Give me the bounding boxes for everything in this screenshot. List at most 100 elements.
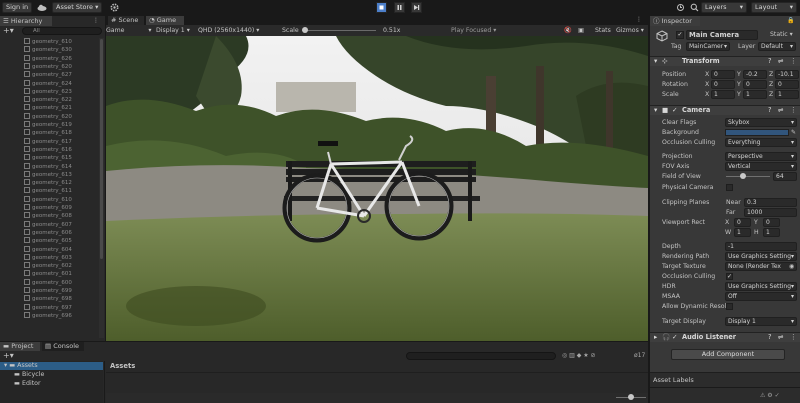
layer-dropdown[interactable]: Default ▾ bbox=[758, 42, 796, 51]
hierarchy-item[interactable]: geometry_615 bbox=[24, 154, 72, 161]
game-mode-dropdown[interactable]: Game ▾ bbox=[106, 26, 152, 35]
hierarchy-item[interactable]: geometry_699 bbox=[24, 287, 72, 294]
gizmos-button[interactable]: Gizmos ▾ bbox=[616, 26, 644, 35]
display-dropdown[interactable]: Display 1 ▾ bbox=[156, 26, 190, 35]
hierarchy-item[interactable]: geometry_602 bbox=[24, 262, 72, 269]
allow-dynamic-resolution-checkbox[interactable] bbox=[726, 303, 733, 310]
hierarchy-item[interactable]: geometry_697 bbox=[24, 303, 72, 311]
hierarchy-item[interactable]: geometry_616 bbox=[24, 145, 72, 153]
add-object-button[interactable]: +▾ bbox=[3, 27, 14, 35]
sign-in-button[interactable]: Sign in bbox=[2, 2, 33, 13]
axis-x-label[interactable]: X bbox=[705, 80, 709, 89]
component-menu-icon[interactable]: ⋮ bbox=[790, 106, 797, 115]
tab-project[interactable]: ▬ Project bbox=[0, 342, 40, 351]
projection-field[interactable]: Perspective ▾ bbox=[725, 152, 797, 161]
hierarchy-item[interactable]: geometry_605 bbox=[24, 237, 72, 244]
pause-button[interactable] bbox=[394, 2, 405, 13]
viewport-vy-label[interactable]: Y bbox=[754, 218, 758, 227]
tag-dropdown[interactable]: MainCamer ▾ bbox=[686, 42, 730, 51]
hierarchy-item[interactable]: geometry_610 bbox=[24, 38, 72, 45]
hierarchy-item[interactable]: geometry_620 bbox=[24, 112, 72, 120]
game-view-render[interactable] bbox=[106, 36, 648, 341]
viewport-vw-label[interactable]: W bbox=[725, 228, 731, 237]
hierarchy-item[interactable]: geometry_603 bbox=[24, 253, 72, 261]
hierarchy-scrollbar[interactable] bbox=[99, 38, 104, 338]
background-color-swatch[interactable] bbox=[725, 129, 789, 136]
axis-z-label[interactable]: Z bbox=[769, 70, 773, 79]
far-field[interactable]: 1000 bbox=[744, 208, 797, 217]
rotation-x-field[interactable]: 0 bbox=[711, 80, 735, 89]
step-button[interactable] bbox=[411, 2, 422, 13]
scale-x-field[interactable]: 1 bbox=[711, 90, 735, 99]
hierarchy-item[interactable]: geometry_610 bbox=[24, 195, 72, 203]
resolution-dropdown[interactable]: QHD (2560x1440) ▾ bbox=[198, 26, 259, 35]
play-mode-dropdown[interactable]: Play Focused ▾ bbox=[451, 26, 496, 35]
audio-listener-header[interactable]: ▸ 🎧 ✓ Audio Listener ? ⇌ ⋮ bbox=[650, 332, 800, 342]
scale-slider[interactable] bbox=[302, 27, 376, 33]
project-filter-icons[interactable]: ◎ ▥ ◆ ★ ⊘ bbox=[562, 352, 596, 360]
static-toggle[interactable]: Static ▾ bbox=[770, 31, 793, 39]
hierarchy-item[interactable]: geometry_627 bbox=[24, 71, 72, 78]
audio-enabled-checkbox[interactable]: ✓ bbox=[672, 333, 678, 342]
camera-header[interactable]: ▾ ■ ✓ Camera ? ⇌ ⋮ bbox=[650, 105, 800, 115]
hierarchy-item[interactable]: geometry_617 bbox=[24, 137, 72, 145]
icon-size-slider[interactable] bbox=[616, 394, 646, 400]
fov-value-field[interactable]: 64 bbox=[773, 172, 797, 181]
hierarchy-item[interactable]: geometry_600 bbox=[24, 278, 72, 286]
asset-store-button[interactable]: Asset Store ▾ bbox=[52, 2, 103, 13]
mute-audio-icon[interactable]: 🔇 bbox=[564, 26, 572, 35]
axis-z-label[interactable]: Z bbox=[769, 90, 773, 99]
hierarchy-item[interactable]: geometry_606 bbox=[24, 228, 72, 236]
msaa-field[interactable]: Off ▾ bbox=[725, 292, 797, 301]
layout-dropdown[interactable]: Layout ▾ bbox=[751, 2, 797, 13]
preset-icon[interactable]: ⇌ bbox=[778, 333, 784, 342]
object-name-field[interactable]: Main Camera bbox=[686, 30, 758, 40]
culling-mask-field[interactable]: Everything ▾ bbox=[725, 138, 797, 147]
axis-y-label[interactable]: Y bbox=[737, 80, 741, 89]
viewport-vy-field[interactable]: 0 bbox=[763, 218, 780, 227]
scale-slider-thumb[interactable] bbox=[302, 27, 308, 33]
folder-editor[interactable]: ▬ Editor bbox=[14, 380, 41, 388]
tab-hierarchy[interactable]: ☰ Hierarchy bbox=[0, 16, 52, 26]
hierarchy-item[interactable]: geometry_624 bbox=[24, 79, 72, 87]
axis-y-label[interactable]: Y bbox=[737, 70, 741, 79]
stats-button[interactable]: Stats bbox=[595, 26, 611, 35]
hierarchy-search-input[interactable]: All bbox=[22, 27, 102, 35]
layout-toggle-icon[interactable]: ▣ bbox=[578, 26, 584, 35]
viewport-vh-label[interactable]: H bbox=[754, 228, 759, 237]
undo-history-icon[interactable] bbox=[676, 3, 685, 12]
viewport-vx-field[interactable]: 0 bbox=[734, 218, 751, 227]
hierarchy-item[interactable]: geometry_622 bbox=[24, 96, 72, 103]
camera-enabled-checkbox[interactable]: ✓ bbox=[672, 106, 678, 115]
object-picker-icon[interactable]: ◉ bbox=[789, 262, 794, 271]
hierarchy-item[interactable]: geometry_607 bbox=[24, 220, 72, 228]
hierarchy-item[interactable]: geometry_601 bbox=[24, 270, 72, 277]
help-icon[interactable]: ? bbox=[768, 106, 772, 115]
component-menu-icon[interactable]: ⋮ bbox=[790, 333, 797, 342]
axis-x-label[interactable]: X bbox=[705, 90, 709, 99]
add-component-button[interactable]: Add Component bbox=[671, 349, 785, 360]
viewport-vw-field[interactable]: 1 bbox=[734, 228, 751, 237]
preset-icon[interactable]: ⇌ bbox=[778, 57, 784, 66]
position-z-field[interactable]: -10.1 bbox=[775, 70, 799, 79]
viewport-vh-field[interactable]: 1 bbox=[763, 228, 780, 237]
scale-y-field[interactable]: 1 bbox=[743, 90, 767, 99]
component-menu-icon[interactable]: ⋮ bbox=[790, 57, 797, 66]
icon-size-slider-thumb[interactable] bbox=[628, 394, 634, 400]
assets-breadcrumb[interactable]: Assets bbox=[110, 362, 135, 371]
position-y-field[interactable]: -0.2 bbox=[743, 70, 767, 79]
help-icon[interactable]: ? bbox=[768, 57, 772, 66]
hierarchy-item[interactable]: geometry_619 bbox=[24, 121, 72, 128]
panel-menu-icon[interactable]: ⋮ bbox=[93, 17, 99, 24]
axis-x-label[interactable]: X bbox=[705, 70, 709, 79]
fov-axis-field[interactable]: Vertical ▾ bbox=[725, 162, 797, 171]
axis-y-label[interactable]: Y bbox=[737, 90, 741, 99]
transform-header[interactable]: ▾ ⊹ Transform ? ⇌ ⋮ bbox=[650, 56, 800, 66]
lock-icon[interactable]: 🔒 bbox=[787, 17, 794, 24]
near-field[interactable]: 0.3 bbox=[744, 198, 797, 207]
hierarchy-item[interactable]: geometry_612 bbox=[24, 179, 72, 186]
hierarchy-item[interactable]: geometry_609 bbox=[24, 204, 72, 211]
preset-icon[interactable]: ⇌ bbox=[778, 106, 784, 115]
tab-console[interactable]: ▤ Console bbox=[42, 342, 84, 351]
hierarchy-item[interactable]: geometry_698 bbox=[24, 295, 72, 302]
